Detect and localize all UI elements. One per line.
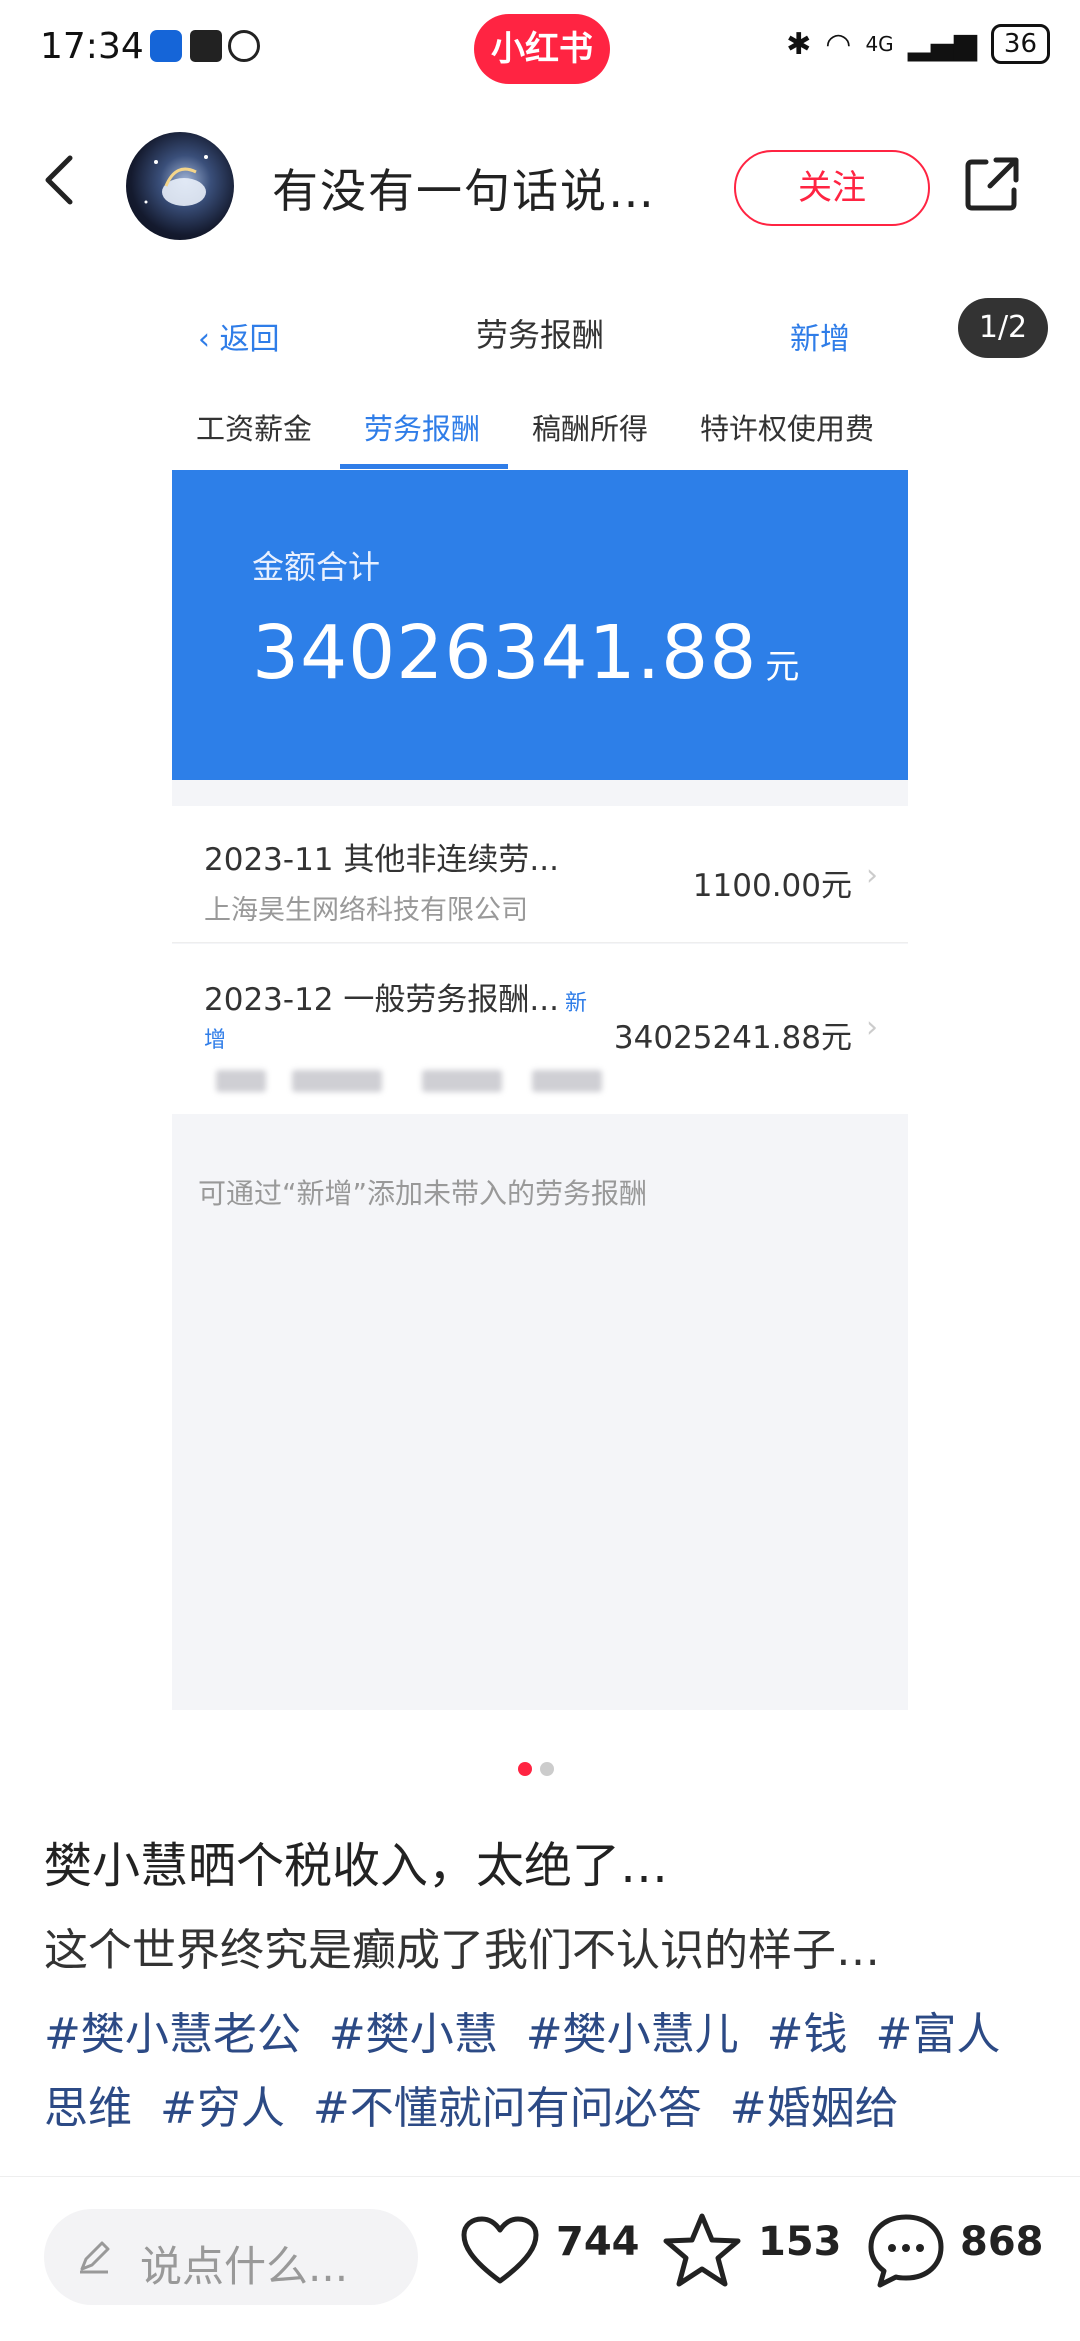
post-image[interactable]: ‹ 返回 劳务报酬 新增 工资薪金 劳务报酬 稿酬所得 特许权使用费 金额合计 … [172, 272, 908, 1710]
share-icon[interactable] [960, 152, 1024, 216]
like-heart-icon[interactable] [460, 2215, 540, 2287]
image-record-tag: 增 [204, 1028, 227, 1053]
hashtag-link[interactable]: #樊小慧儿 [526, 2009, 739, 2060]
wifi-icon: ◠ [825, 26, 852, 62]
comment-bubble-icon[interactable] [866, 2211, 946, 2289]
image-record-amount: 34025241.88元 [613, 1020, 852, 1056]
like-count: 744 [556, 2219, 640, 2265]
image-record-row: 2023-12 一般劳务报酬... 新 增 34025241.88元 › [172, 944, 908, 1114]
image-pager-badge: 1/2 [958, 298, 1048, 358]
collect-count: 153 [758, 2219, 842, 2265]
back-arrow-icon[interactable] [40, 150, 80, 210]
brand-logo: 小红书 [474, 14, 610, 84]
status-bar: 17:34 小红书 ✱ ◠ 4G ▂▄▆ 36 [0, 0, 1080, 100]
image-tabs: 工资薪金 劳务报酬 稿酬所得 特许权使用费 [172, 382, 908, 470]
hashtag-link[interactable]: #钱 [767, 2009, 848, 2060]
cell-signal-icon: 4G [865, 32, 894, 56]
image-record-row: 2023-11 其他非连续劳... 上海昊生网络科技有限公司 1100.00元 … [172, 806, 908, 943]
alarm-icon [228, 30, 260, 62]
app-notification-icon [150, 30, 182, 62]
hashtag-link[interactable]: #不懂就问有问必答 [313, 2083, 702, 2134]
image-record-company: 上海昊生网络科技有限公司 [204, 895, 528, 926]
post-tags: #樊小慧老公 #樊小慧 #樊小慧儿 #钱 #富人思维 #穷人 #不懂就问有问必答… [44, 1998, 1044, 2146]
nfc-icon [190, 30, 222, 62]
carousel-dot [540, 1762, 554, 1776]
chevron-right-icon: › [866, 858, 878, 893]
blurred-text [422, 1070, 502, 1092]
image-tab-royalty: 稿酬所得 [532, 412, 649, 446]
chevron-right-icon: › [866, 1010, 878, 1045]
blurred-text [216, 1070, 266, 1092]
follow-button[interactable]: 关注 [734, 150, 930, 226]
post-description: 这个世界终究是癫成了我们不认识的样子… [44, 1925, 880, 1976]
blurred-text [532, 1070, 602, 1092]
image-tab-salary: 工资薪金 [196, 412, 313, 446]
carousel-dot-active [518, 1762, 532, 1776]
pencil-icon [80, 2241, 110, 2274]
author-name[interactable]: 有没有一句话说… [272, 155, 656, 221]
comment-input[interactable]: 说点什么... [44, 2209, 418, 2305]
image-tab-franchise: 特许权使用费 [700, 412, 875, 446]
comment-placeholder: 说点什么... [140, 2242, 349, 2291]
image-tab-underline [340, 464, 508, 469]
image-tab-labor: 劳务报酬 [364, 412, 481, 446]
signal-bars-icon: ▂▄▆ [907, 26, 977, 62]
hashtag-link[interactable]: #穷人 [160, 2083, 285, 2134]
comment-count: 868 [960, 2219, 1044, 2265]
image-total-label: 金额合计 [252, 548, 381, 586]
status-icons: ✱ ◠ 4G ▂▄▆ 36 [786, 24, 1050, 64]
image-record-amount: 1100.00元 [692, 868, 852, 904]
battery-indicator: 36 [990, 24, 1050, 64]
image-record-title: 2023-11 其他非连续劳... [204, 842, 559, 878]
image-new-label: 新增 [790, 322, 850, 357]
bluetooth-icon: ✱ [786, 26, 812, 62]
bottom-action-bar: 说点什么... 744 153 868 [0, 2176, 1080, 2341]
image-total-banner: 金额合计 34026341.88 元 [172, 470, 908, 780]
author-avatar[interactable] [126, 132, 234, 240]
collect-star-icon[interactable] [662, 2211, 742, 2289]
image-record-title: 2023-12 一般劳务报酬... 新 [204, 982, 587, 1018]
blurred-text [292, 1070, 382, 1092]
carousel-dots [518, 1762, 554, 1776]
hashtag-link[interactable]: #婚姻给 [730, 2083, 899, 2134]
status-time: 17:34 [40, 26, 144, 67]
hashtag-link[interactable]: #樊小慧 [329, 2009, 498, 2060]
image-nav-bar: ‹ 返回 劳务报酬 新增 [172, 272, 908, 382]
post-title: 樊小慧晒个税收入，太绝了… [44, 1838, 669, 1894]
hashtag-link[interactable]: #樊小慧老公 [44, 2009, 301, 2060]
image-total-amount: 34026341.88 元 [252, 610, 801, 696]
image-hint-text: 可通过“新增”添加未带入的劳务报酬 [198, 1177, 648, 1210]
